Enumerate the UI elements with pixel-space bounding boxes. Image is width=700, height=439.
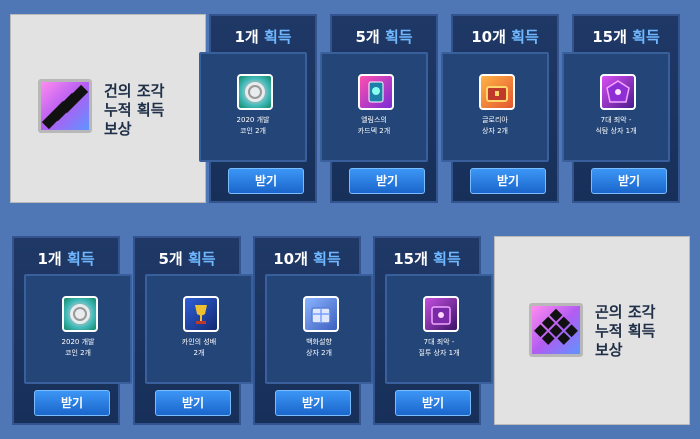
reward-card: 7대 죄악 - 식탐 상자 1개 xyxy=(562,52,670,162)
snow-box-icon xyxy=(303,296,339,332)
fragment-title: 건의 조각 누적 획득 보상 xyxy=(104,82,165,138)
item-name: 7대 죄악 - 질투 상자 1개 xyxy=(418,338,460,357)
reward-count-label: 10개 획득 xyxy=(273,250,341,268)
reward-count-label: 5개 획득 xyxy=(158,250,216,268)
reward-count-label: 15개 획득 xyxy=(592,28,660,46)
dev-coin-icon xyxy=(237,74,273,110)
reward-card: 2020 개발 코인 2개 xyxy=(199,52,307,162)
card-deck-icon xyxy=(358,74,394,110)
item-name: 카인의 성배 2개 xyxy=(181,338,217,357)
geon-fragment-icon xyxy=(38,79,92,133)
reward-card: 글로리아 상자 2개 xyxy=(441,52,549,162)
item-name: 2020 개발 코인 2개 xyxy=(236,116,270,135)
reward-count-label: 1개 획득 xyxy=(37,250,95,268)
reward-count-label: 1개 획득 xyxy=(234,28,292,46)
reward-count-label: 5개 획득 xyxy=(355,28,413,46)
reward-slot: 5개 획득 엘림스의 카드덱 2개 받기 xyxy=(320,14,438,203)
gloria-chest-icon xyxy=(479,74,515,110)
claim-button[interactable]: 받기 xyxy=(34,390,110,416)
claim-button[interactable]: 받기 xyxy=(591,168,667,194)
claim-button[interactable]: 받기 xyxy=(349,168,425,194)
claim-button[interactable]: 받기 xyxy=(155,390,231,416)
reward-slot: 15개 획득 7대 죄악 - 질투 상자 1개 받기 xyxy=(373,236,493,425)
fragment-info-geon: 건의 조각 누적 획득 보상 xyxy=(10,14,206,203)
fragment-info-gon: 곤의 조각 누적 획득 보상 xyxy=(494,236,690,425)
reward-slot: 10개 획득 글로리아 상자 2개 받기 xyxy=(441,14,559,203)
reward-card: 카인의 성배 2개 xyxy=(145,274,253,384)
reward-card: 7대 죄악 - 질투 상자 1개 xyxy=(385,274,493,384)
reward-slot: 15개 획득 7대 죄악 - 식탐 상자 1개 받기 xyxy=(562,14,680,203)
reward-slot: 1개 획득 2020 개발 코인 2개 받기 xyxy=(12,236,132,425)
claim-button[interactable]: 받기 xyxy=(275,390,351,416)
reward-count-label: 10개 획득 xyxy=(471,28,539,46)
envy-box-icon xyxy=(423,296,459,332)
reward-slot: 1개 획득 2020 개발 코인 2개 받기 xyxy=(199,14,317,203)
gluttony-box-icon xyxy=(600,74,636,110)
claim-button[interactable]: 받기 xyxy=(228,168,304,194)
grail-icon xyxy=(183,296,219,332)
claim-button[interactable]: 받기 xyxy=(395,390,471,416)
item-name: 7대 죄악 - 식탐 상자 1개 xyxy=(595,116,637,135)
reward-card: 엘림스의 카드덱 2개 xyxy=(320,52,428,162)
item-name: 글로리아 상자 2개 xyxy=(482,116,508,135)
item-name: 엘림스의 카드덱 2개 xyxy=(357,116,391,135)
claim-button[interactable]: 받기 xyxy=(470,168,546,194)
reward-slot: 10개 획득 백화설향 상자 2개 받기 xyxy=(253,236,373,425)
reward-slot: 5개 획득 카인의 성배 2개 받기 xyxy=(133,236,253,425)
dev-coin-icon xyxy=(62,296,98,332)
item-name: 2020 개발 코인 2개 xyxy=(61,338,95,357)
reward-count-label: 15개 획득 xyxy=(393,250,461,268)
reward-card: 백화설향 상자 2개 xyxy=(265,274,373,384)
reward-card: 2020 개발 코인 2개 xyxy=(24,274,132,384)
reward-panel-geon: 건의 조각 누적 획득 보상 1개 획득 2020 개발 코인 2개 받기 5개… xyxy=(10,14,690,203)
reward-panel-gon: 1개 획득 2020 개발 코인 2개 받기 5개 획득 카인의 성배 2개 받… xyxy=(10,236,690,425)
item-name: 백화설향 상자 2개 xyxy=(306,338,332,357)
fragment-title: 곤의 조각 누적 획득 보상 xyxy=(595,303,656,359)
gon-fragment-icon xyxy=(529,303,583,357)
